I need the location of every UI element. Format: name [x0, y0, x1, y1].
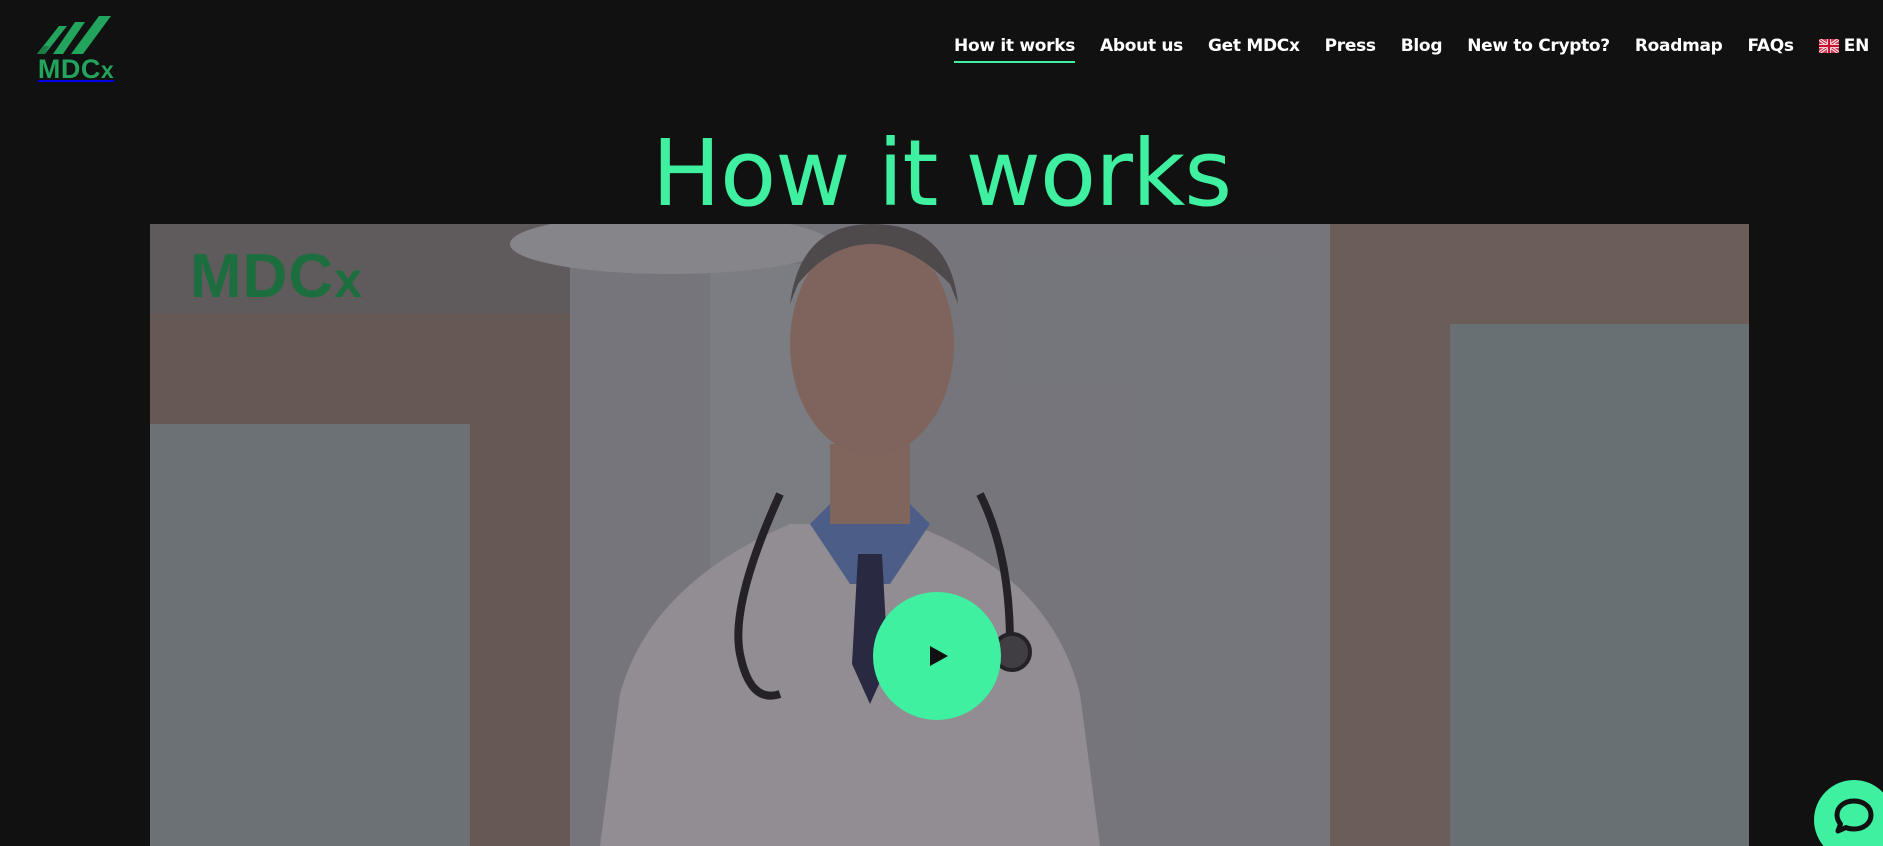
logo-wordmark: MDCx — [37, 54, 115, 84]
nav-press[interactable]: Press — [1325, 36, 1376, 60]
nav-about-us[interactable]: About us — [1100, 36, 1183, 60]
language-label: EN — [1843, 36, 1870, 56]
main-nav: How it works About us Get MDCx Press Blo… — [954, 36, 1870, 63]
video-watermark: MDCx — [190, 242, 364, 311]
site-logo[interactable]: MDCx — [33, 12, 119, 88]
nav-new-to-crypto[interactable]: New to Crypto? — [1467, 36, 1610, 60]
nav-blog[interactable]: Blog — [1401, 36, 1443, 60]
uk-flag-icon — [1818, 39, 1839, 53]
video-overlay — [150, 224, 1749, 846]
intro-video[interactable]: MDCx — [150, 224, 1749, 846]
nav-roadmap[interactable]: Roadmap — [1635, 36, 1723, 60]
language-selector[interactable]: EN — [1818, 36, 1870, 60]
chat-widget-button[interactable] — [1814, 780, 1883, 846]
page-title: How it works — [651, 120, 1232, 227]
nav-how-it-works[interactable]: How it works — [954, 36, 1075, 63]
nav-get-mdcx[interactable]: Get MDCx — [1208, 36, 1300, 60]
chat-bubble-icon — [1834, 798, 1874, 834]
nav-faqs[interactable]: FAQs — [1748, 36, 1795, 60]
play-icon — [930, 646, 948, 666]
play-button[interactable] — [873, 592, 1001, 720]
logo-stripes-icon — [37, 16, 111, 54]
